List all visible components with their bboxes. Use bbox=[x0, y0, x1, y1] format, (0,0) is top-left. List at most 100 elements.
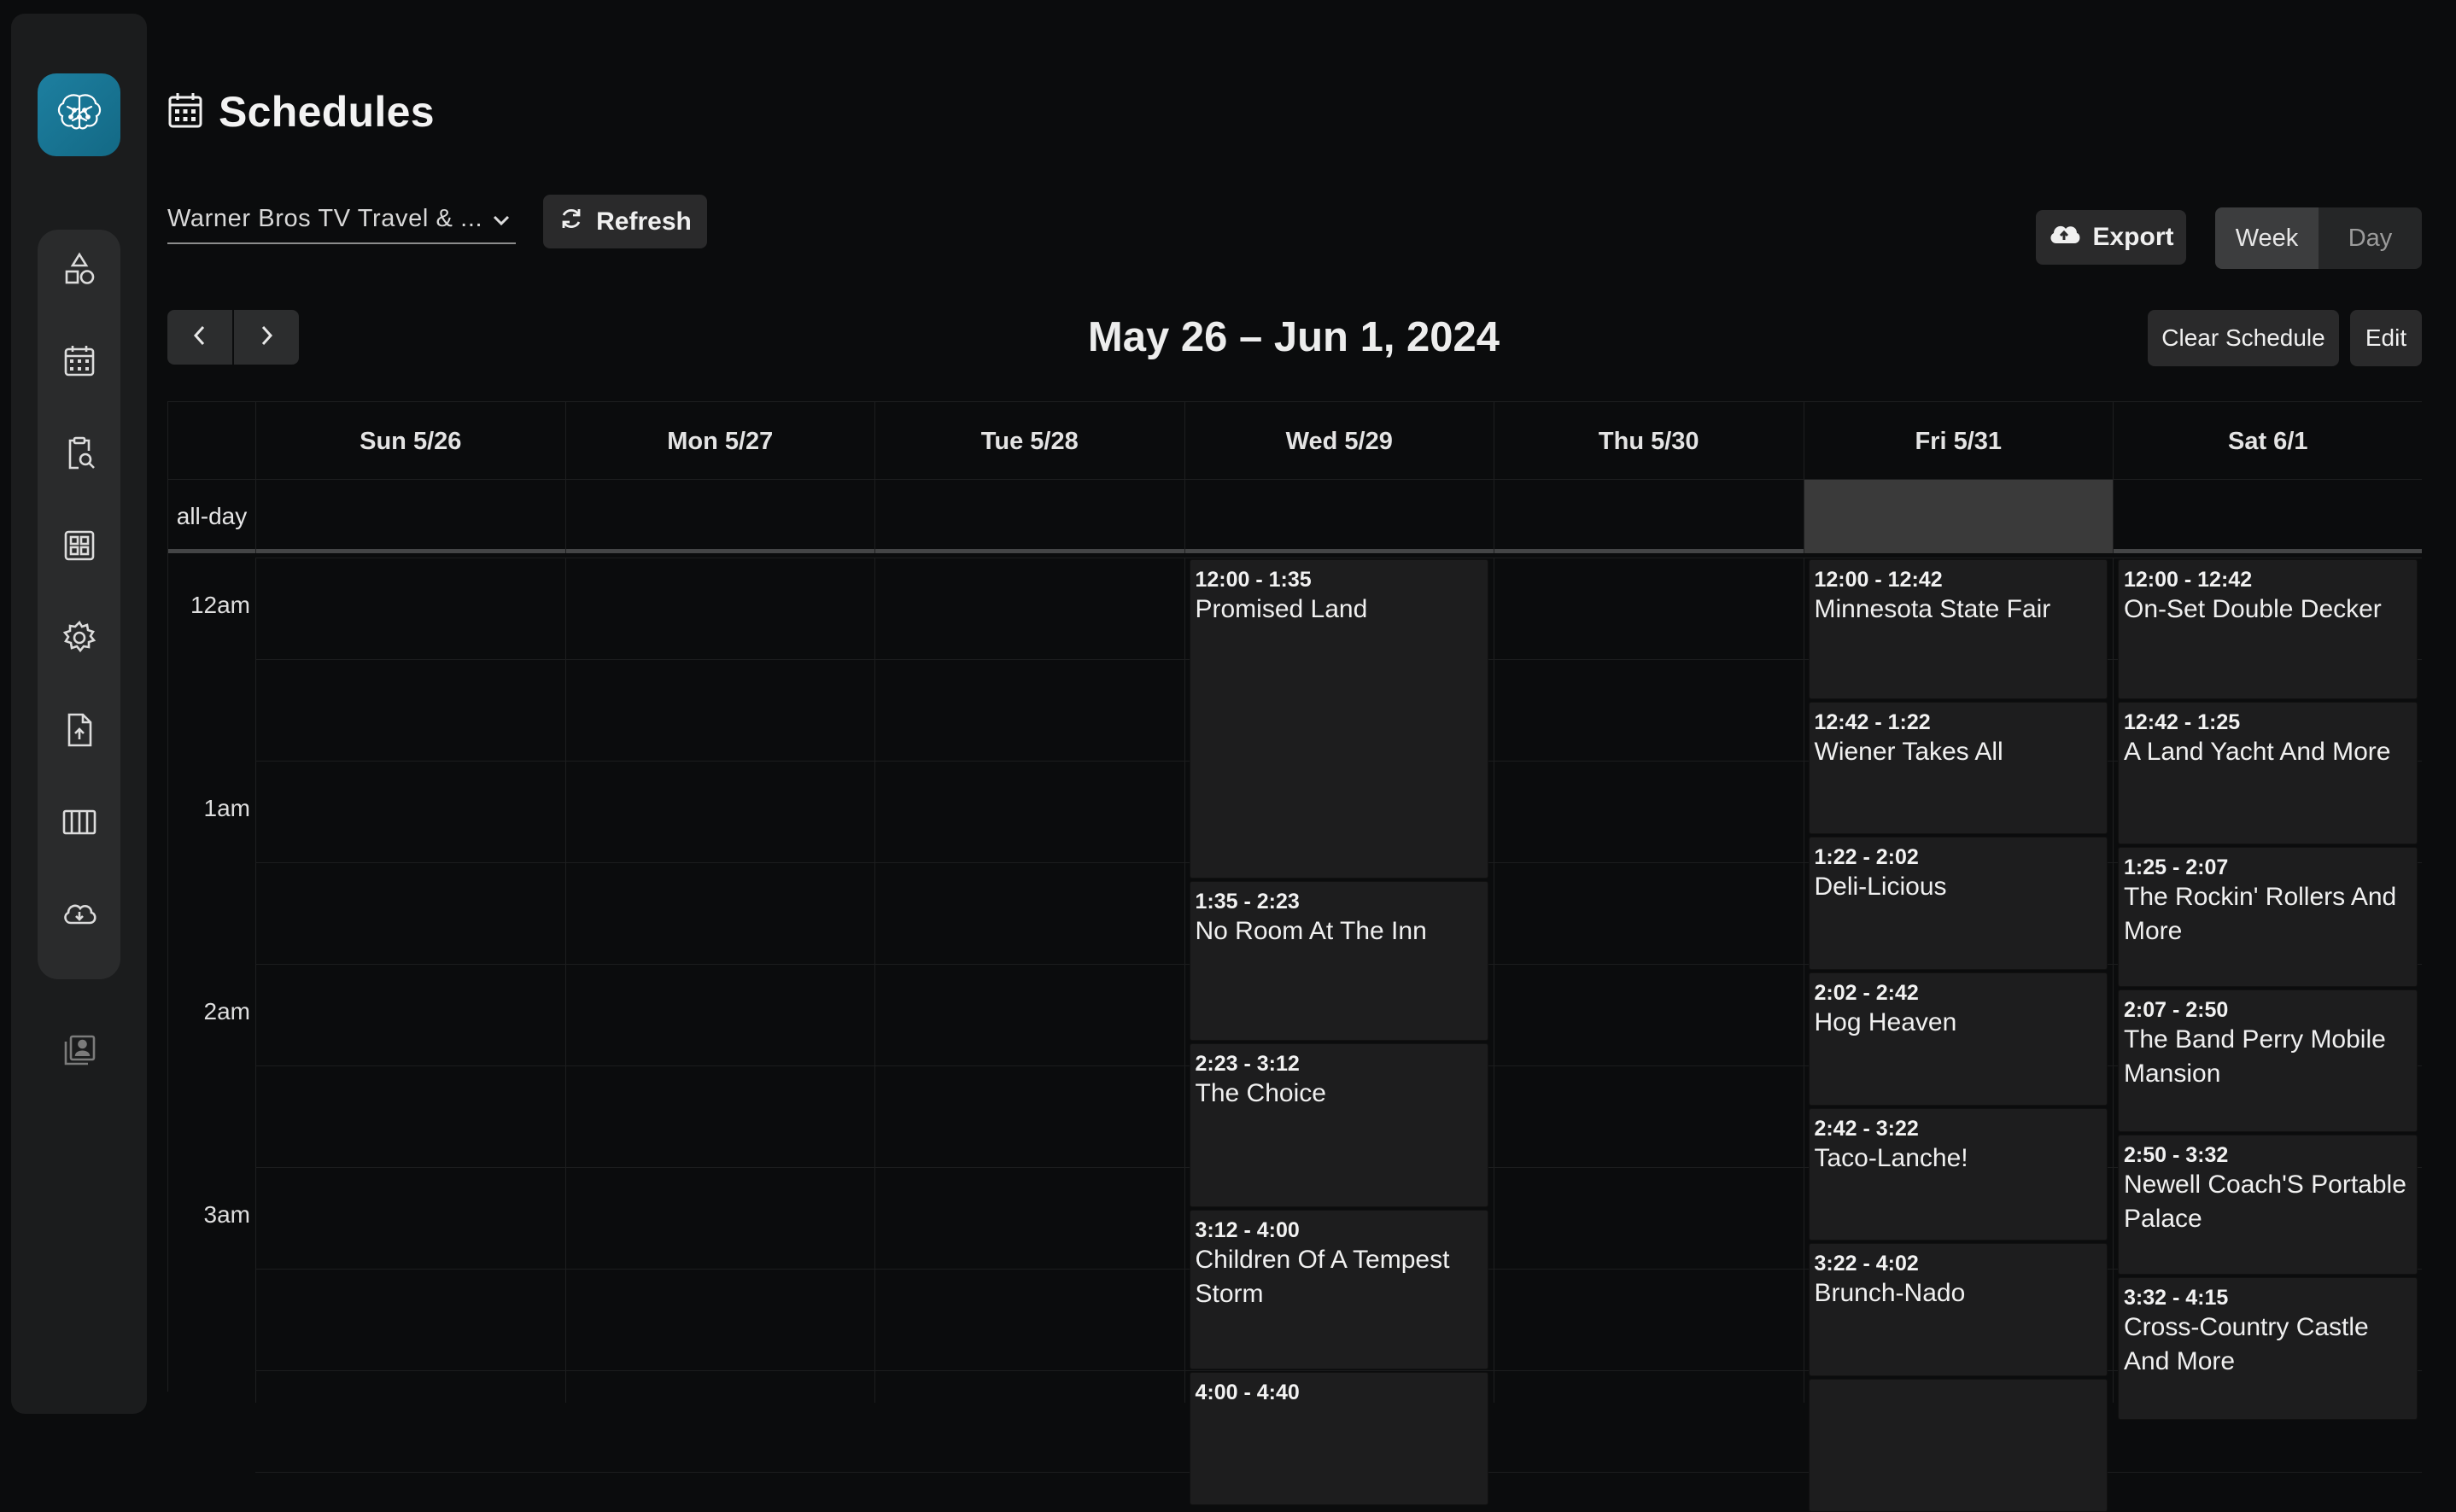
event-block[interactable]: 3:12 - 4:00 Children Of A Tempest Storm bbox=[1189, 1209, 1488, 1369]
allday-cell[interactable] bbox=[1184, 480, 1494, 553]
event-time: 2:23 - 3:12 bbox=[1195, 1052, 1300, 1077]
chevron-right-icon bbox=[259, 324, 274, 351]
refresh-icon bbox=[558, 206, 584, 238]
day-header[interactable]: Fri 5/31 bbox=[1803, 402, 2114, 481]
event-block[interactable]: 1:25 - 2:07 The Rockin' Rollers And More bbox=[2118, 847, 2418, 987]
event-block[interactable]: 12:42 - 1:25 A Land Yacht And More bbox=[2118, 701, 2418, 845]
event-time: 2:07 - 2:50 bbox=[2124, 997, 2229, 1022]
event-time: 12:00 - 1:35 bbox=[1195, 568, 1312, 592]
day-header[interactable]: Sun 5/26 bbox=[255, 402, 565, 481]
event-block[interactable] bbox=[1808, 1378, 2108, 1512]
sidebar-nav bbox=[38, 230, 120, 979]
event-block[interactable]: 12:42 - 1:22 Wiener Takes All bbox=[1808, 701, 2108, 835]
day-header[interactable]: Mon 5/27 bbox=[564, 402, 875, 481]
event-time: 12:00 - 12:42 bbox=[2124, 568, 2253, 592]
event-block[interactable]: 3:32 - 4:15 Cross-Country Castle And More bbox=[2118, 1276, 2418, 1421]
event-block[interactable]: 12:00 - 12:42 On-Set Double Decker bbox=[2118, 559, 2418, 699]
event-time: 12:42 - 1:25 bbox=[2124, 709, 2241, 734]
allday-cell[interactable] bbox=[2113, 480, 2423, 553]
event-block[interactable]: 2:42 - 3:22 Taco-Lanche! bbox=[1808, 1107, 2108, 1241]
sidebar-item-cloud-download[interactable] bbox=[38, 875, 120, 958]
event-title: Cross-Country Castle And More bbox=[2124, 1312, 2369, 1375]
event-time: 3:12 - 4:00 bbox=[1195, 1217, 1300, 1242]
sidebar-item-settings[interactable] bbox=[38, 598, 120, 681]
view-toggle: Week Day bbox=[2215, 207, 2422, 269]
event-time: 1:25 - 2:07 bbox=[2124, 855, 2229, 880]
week-view-button[interactable]: Week bbox=[2215, 207, 2319, 269]
sidebar bbox=[11, 14, 147, 1414]
cloud-upload-icon bbox=[2048, 221, 2080, 254]
schedule-select[interactable]: Warner Bros TV Travel & ... bbox=[167, 195, 516, 244]
library-icon bbox=[61, 1031, 98, 1073]
week-calendar: Sun 5/26 Mon 5/27 Tue 5/28 Wed 5/29 Thu 5/30… bbox=[167, 401, 2423, 1512]
sidebar-item-columns[interactable] bbox=[38, 783, 120, 866]
column-divider bbox=[255, 558, 256, 1403]
sidebar-item-upload[interactable] bbox=[38, 691, 120, 774]
event-title: Wiener Takes All bbox=[1814, 737, 2003, 766]
app-logo[interactable] bbox=[38, 73, 120, 156]
event-time: 1:35 - 2:23 bbox=[1195, 889, 1300, 914]
calendar-icon bbox=[167, 91, 203, 133]
event-block[interactable]: 4:00 - 4:40 bbox=[1189, 1372, 1488, 1505]
allday-row: all-day bbox=[168, 480, 2422, 553]
allday-cell[interactable] bbox=[874, 480, 1184, 553]
edit-button[interactable]: Edit bbox=[2350, 310, 2422, 366]
next-week-button[interactable] bbox=[234, 310, 299, 365]
sidebar-item-clipboard-search[interactable] bbox=[38, 414, 120, 497]
hour-label: 1am bbox=[203, 795, 250, 821]
event-block[interactable]: 1:35 - 2:23 No Room At The Inn bbox=[1189, 880, 1488, 1042]
event-title: The Choice bbox=[1195, 1079, 1326, 1108]
refresh-button[interactable]: Refresh bbox=[543, 195, 707, 248]
grid-icon bbox=[60, 526, 99, 569]
event-block[interactable]: 2:02 - 2:42 Hog Heaven bbox=[1808, 972, 2108, 1106]
day-header[interactable]: Tue 5/28 bbox=[874, 402, 1184, 481]
event-block[interactable]: 12:00 - 1:35 Promised Land bbox=[1189, 559, 1488, 879]
page-title: Schedules bbox=[167, 82, 435, 142]
event-block[interactable]: 2:07 - 2:50 The Band Perry Mobile Mansion bbox=[2118, 989, 2418, 1133]
event-title: Newell Coach'S Portable Palace bbox=[2124, 1170, 2406, 1234]
event-block[interactable]: 2:50 - 3:32 Newell Coach'S Portable Palac… bbox=[2118, 1135, 2418, 1275]
day-view-button[interactable]: Day bbox=[2319, 207, 2422, 269]
event-block[interactable]: 2:23 - 3:12 The Choice bbox=[1189, 1043, 1488, 1207]
allday-label: all-day bbox=[176, 503, 248, 529]
chevron-down-icon bbox=[492, 205, 511, 233]
hour-label: 2am bbox=[203, 998, 250, 1025]
day-header[interactable]: Sat 6/1 bbox=[2113, 402, 2423, 481]
event-title: No Room At The Inn bbox=[1195, 916, 1427, 945]
event-time: 1:22 - 2:02 bbox=[1814, 845, 1919, 870]
event-time: 2:02 - 2:42 bbox=[1814, 980, 1919, 1005]
event-block[interactable]: 1:22 - 2:02 Deli-Licious bbox=[1808, 837, 2108, 970]
allday-cell[interactable] bbox=[255, 480, 565, 553]
sidebar-item-shapes[interactable] bbox=[38, 230, 120, 312]
event-title: A Land Yacht And More bbox=[2124, 737, 2391, 766]
sidebar-item-library[interactable] bbox=[38, 1011, 120, 1094]
event-title: Hog Heaven bbox=[1814, 1007, 1957, 1036]
export-label: Export bbox=[2092, 223, 2174, 251]
schedule-select-value: Warner Bros TV Travel & ... bbox=[167, 204, 483, 232]
allday-cell[interactable] bbox=[1494, 480, 1804, 553]
event-title: Minnesota State Fair bbox=[1814, 595, 2051, 623]
event-time: 12:00 - 12:42 bbox=[1814, 568, 1943, 592]
event-block[interactable]: 3:22 - 4:02 Brunch-Nado bbox=[1808, 1243, 2108, 1376]
clear-schedule-button[interactable]: Clear Schedule bbox=[2148, 310, 2339, 366]
event-title: Children Of A Tempest Storm bbox=[1195, 1245, 1450, 1308]
export-button[interactable]: Export bbox=[2036, 210, 2186, 265]
file-upload-icon bbox=[60, 710, 99, 754]
calendar-header: Sun 5/26 Mon 5/27 Tue 5/28 Wed 5/29 Thu 5/30… bbox=[168, 401, 2423, 481]
prev-week-button[interactable] bbox=[167, 310, 232, 365]
event-title: Brunch-Nado bbox=[1814, 1279, 1966, 1308]
shapes-icon bbox=[60, 249, 99, 293]
event-title: Promised Land bbox=[1195, 595, 1368, 623]
columns-icon bbox=[60, 803, 99, 846]
allday-cell[interactable] bbox=[564, 480, 875, 553]
sidebar-item-grid[interactable] bbox=[38, 506, 120, 589]
column-divider bbox=[1184, 558, 1185, 1403]
event-block[interactable]: 12:00 - 12:42 Minnesota State Fair bbox=[1808, 559, 2108, 699]
day-header[interactable]: Wed 5/29 bbox=[1184, 402, 1494, 481]
day-header[interactable]: Thu 5/30 bbox=[1494, 402, 1804, 481]
sidebar-item-calendar[interactable] bbox=[38, 322, 120, 405]
date-range-title: May 26 – Jun 1, 2024 bbox=[1087, 314, 1500, 360]
page-title-text: Schedules bbox=[219, 88, 435, 136]
column-divider bbox=[2113, 558, 2114, 1403]
allday-cell[interactable] bbox=[1803, 480, 2113, 553]
